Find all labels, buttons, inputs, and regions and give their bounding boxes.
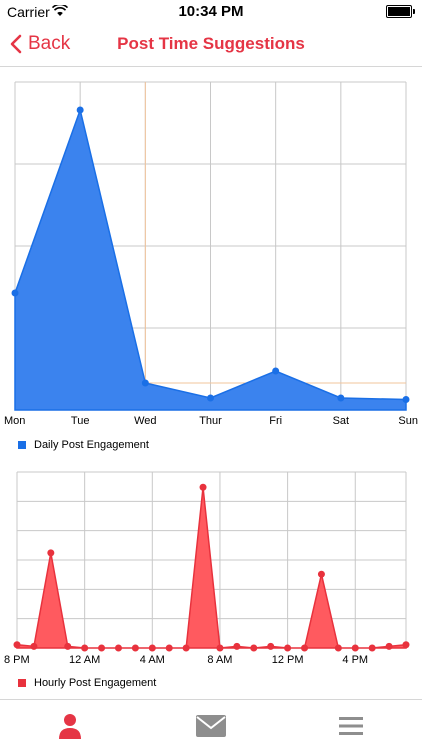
tab-messages[interactable] bbox=[191, 710, 231, 742]
hourly-x-tick-label: 12 PM bbox=[272, 654, 304, 666]
daily-x-tick-label: Sun bbox=[398, 415, 418, 427]
daily-point bbox=[272, 367, 280, 375]
hourly-point bbox=[131, 644, 139, 652]
hourly-x-tick-label: 4 AM bbox=[140, 654, 165, 666]
hourly-x-tick-label: 8 AM bbox=[207, 654, 232, 666]
hourly-point bbox=[216, 644, 224, 652]
hourly-point bbox=[402, 641, 410, 649]
hourly-x-tick-label: 4 PM bbox=[342, 654, 368, 666]
hourly-point bbox=[98, 644, 106, 652]
clock: 10:34 PM bbox=[178, 3, 244, 20]
envelope-icon bbox=[196, 715, 226, 737]
hourly-point bbox=[284, 644, 292, 652]
hourly-point bbox=[385, 642, 393, 650]
hourly-legend-label: Hourly Post Engagement bbox=[34, 677, 157, 689]
tab-bar bbox=[0, 699, 422, 751]
daily-x-tick-label: Mon bbox=[4, 415, 25, 427]
hourly-point bbox=[351, 644, 359, 652]
daily-point bbox=[337, 394, 345, 402]
tab-menu[interactable] bbox=[331, 710, 371, 742]
hourly-point bbox=[317, 570, 325, 578]
hourly-point bbox=[368, 644, 376, 652]
hourly-point bbox=[165, 644, 173, 652]
hourly-area bbox=[16, 487, 407, 649]
hourly-point bbox=[199, 483, 207, 491]
hourly-point bbox=[250, 644, 258, 652]
page-title: Post Time Suggestions bbox=[117, 34, 305, 53]
daily-legend-label: Daily Post Engagement bbox=[34, 439, 149, 451]
battery-icon bbox=[386, 5, 415, 18]
hourly-point bbox=[13, 641, 21, 649]
daily-chart-legend: Daily Post Engagement bbox=[18, 439, 149, 451]
hourly-point bbox=[233, 642, 241, 650]
daily-point bbox=[207, 394, 214, 402]
hourly-x-tick-label: 8 PM bbox=[4, 654, 30, 666]
hourly-point bbox=[334, 644, 342, 652]
hourly-point bbox=[64, 642, 72, 650]
daily-x-tick-label: Fri bbox=[269, 415, 282, 427]
daily-x-tick-label: Thur bbox=[199, 415, 222, 427]
daily-x-tick-label: Sat bbox=[333, 415, 350, 427]
hourly-point bbox=[47, 549, 55, 557]
hourly-point bbox=[267, 642, 275, 650]
person-icon bbox=[59, 714, 81, 739]
hourly-point bbox=[81, 644, 89, 652]
hourly-point bbox=[148, 644, 156, 652]
hourly-point bbox=[182, 644, 190, 652]
daily-point bbox=[141, 379, 149, 387]
hourly-legend-swatch bbox=[18, 679, 26, 687]
hourly-point bbox=[30, 642, 38, 650]
daily-legend-swatch bbox=[18, 441, 26, 449]
daily-point bbox=[11, 289, 19, 297]
hourly-engagement-chart: 8 PM 12 AM 4 AM 8 AM 12 PM 4 PM bbox=[4, 471, 410, 666]
hourly-point bbox=[301, 644, 309, 652]
hourly-chart-legend: Hourly Post Engagement bbox=[18, 677, 156, 689]
daily-x-tick-label: Tue bbox=[71, 415, 90, 427]
status-bar: Carrier 10:34 PM bbox=[0, 0, 422, 22]
daily-x-tick-label: Wed bbox=[134, 415, 156, 427]
hourly-point bbox=[114, 644, 122, 652]
daily-engagement-chart: Mon Tue Wed Thur Fri Sat Sun bbox=[4, 81, 418, 427]
daily-point bbox=[76, 106, 84, 114]
hourly-x-tick-label: 12 AM bbox=[69, 654, 100, 666]
navigation-bar: Back Post Time Suggestions bbox=[0, 22, 422, 67]
menu-icon bbox=[339, 717, 363, 735]
daily-point bbox=[402, 396, 410, 403]
tab-profile[interactable] bbox=[50, 710, 90, 742]
